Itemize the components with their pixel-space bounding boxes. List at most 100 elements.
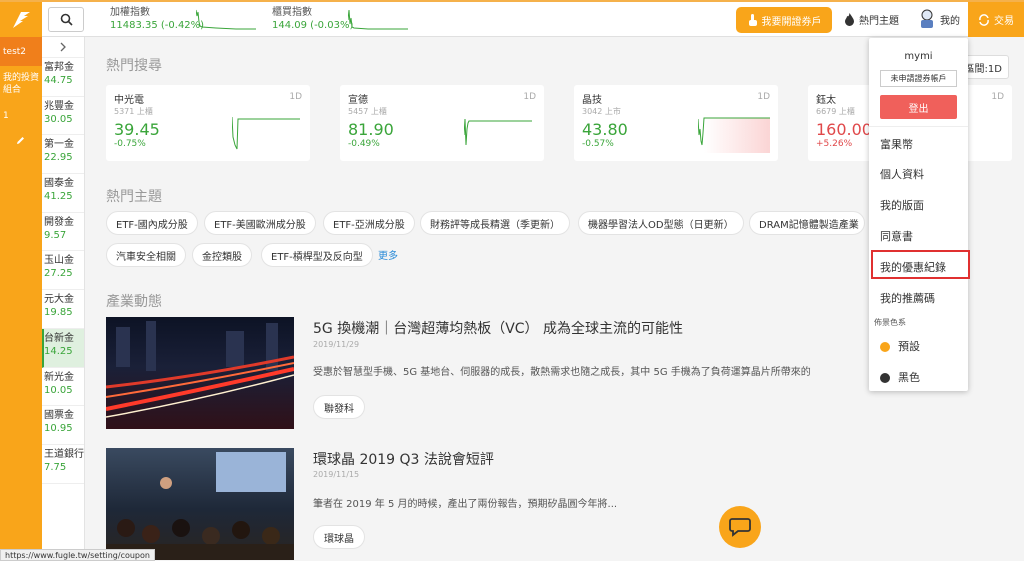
sidebar-item-test2[interactable]: test2 [0,37,42,66]
stock-price: 14.25 [44,345,73,357]
stock-price: 10.95 [44,423,73,435]
topic-chip[interactable]: ETF-國內成分股 [106,211,198,235]
article-description: 受惠於智慧型手機、5G 基地台、伺服器的成長，散熱需求也隨之成長，其中 5G 手… [313,367,811,378]
logout-button[interactable]: 登出 [880,95,957,119]
menu-item-profile[interactable]: 個人資料 [880,166,924,182]
card-stock-name: 中光電 [114,95,144,106]
menu-item-consent[interactable]: 同意書 [880,228,913,244]
otc-sparkline [348,9,408,30]
open-account-button[interactable]: 我要開證券戶 [736,7,832,33]
article-tag[interactable]: 聯發科 [313,395,365,419]
theme-dot-icon [880,373,890,383]
theme-name: 黑色 [898,371,920,384]
hot-topics-label: 熱門主題 [859,16,899,27]
topic-chip[interactable]: ETF-亞洲成分股 [323,211,415,235]
stock-price: 30.05 [44,113,73,125]
index-name: 櫃買指數 [272,7,312,18]
pencil-icon [17,137,24,144]
menu-item-referral-code[interactable]: 我的推薦碼 [880,290,935,306]
stock-row[interactable]: 台新金 14.25 [42,328,84,368]
index-value: 144.09 (-0.03%) [272,20,354,31]
theme-dot-icon [880,342,890,352]
trade-button[interactable]: 交易 [968,2,1024,37]
stock-card[interactable]: 晶技 3042 上市 43.80 -0.57% 1D [574,85,778,161]
hot-topics-title: 熱門主題 [106,189,162,205]
industry-title: 產業動態 [106,294,162,310]
my-menu-button[interactable]: 我的 [918,9,960,29]
logo-icon[interactable] [0,2,42,37]
stock-row[interactable]: 新光金 10.05 [42,368,84,407]
sidebar-item-label: 1 [3,111,9,121]
search-icon [60,13,73,26]
stock-row[interactable]: 王道銀行 7.75 [42,445,84,484]
divider [869,126,968,127]
stock-card[interactable]: 中光電 5371 上櫃 39.45 -0.75% 1D [106,85,310,161]
article-tag[interactable]: 環球晶 [313,525,365,549]
account-status-button[interactable]: 未申請證券帳戶 [880,70,957,87]
sidebar-item-1[interactable]: 1 [0,99,42,124]
stock-row[interactable]: 第一金 22.95 [42,135,84,175]
index-otc[interactable]: 櫃買指數 144.09 (-0.03%) [272,6,353,32]
menu-item-fugle-coin[interactable]: 富果幣 [880,136,913,152]
card-stock-name: 宣德 [348,95,368,106]
sidebar-item-my-portfolio[interactable]: 我的投資組合 [0,66,42,99]
index-name: 加權指數 [110,7,150,18]
stock-name: 元大金 [44,294,74,306]
stock-name: 第一金 [44,139,74,151]
chat-button[interactable] [719,506,761,548]
exchange-icon [979,13,989,26]
hot-topics-link[interactable]: 熱門主題 [844,12,899,27]
chevron-right-icon [60,42,66,52]
stock-price: 7.75 [44,461,67,473]
topic-chip[interactable]: ETF-美國歐洲成分股 [204,211,316,235]
stock-price: 27.25 [44,268,73,280]
stock-row[interactable]: 玉山金 27.25 [42,251,84,291]
topic-chip[interactable]: ETF-槓桿型及反向型 [261,243,373,267]
article-image[interactable] [106,448,294,560]
stock-name: 玉山金 [44,255,74,267]
avatar-icon [921,9,933,28]
edit-portfolio-button[interactable] [0,124,42,148]
card-period: 1D [523,92,536,102]
article-description: 筆者在 2019 年 5 月的時候，產出了兩份報告，預期矽晶圓今年將... [313,499,618,510]
article-date: 2019/11/29 [313,340,360,349]
stock-list: 富邦金 44.75 兆豐金 30.05 第一金 22.95 國泰金 41.25 開發金 9… [42,37,85,561]
article-title[interactable]: 環球晶 2019 Q3 法說會短評 [313,449,494,469]
stock-name: 富邦金 [44,62,74,73]
topic-chip[interactable]: 財務評等成長精選（季更新） [420,211,570,235]
menu-item-coupon-history[interactable]: 我的優惠紀錄 [880,259,946,275]
index-taiex[interactable]: 加權指數 11483.35 (-0.42%) [110,6,204,32]
stock-card[interactable]: 宣德 5457 上櫃 81.90 -0.49% 1D [340,85,544,161]
card-stock-name: 晶技 [582,95,602,106]
article-date: 2019/11/15 [313,470,360,479]
search-button[interactable] [48,7,84,32]
trade-label: 交易 [994,16,1014,27]
topic-chip[interactable]: DRAM記憶體製造產業 [749,211,865,235]
user-dropdown-menu: mymi 未申請證券帳戶 登出 富果幣 個人資料 我的版面 同意書 我的優惠紀錄… [869,38,970,391]
theme-option-black[interactable]: 黑色 [880,369,920,385]
topic-chip[interactable]: 汽車安全相關 [106,243,186,267]
stock-row[interactable]: 國泰金 41.25 [42,174,84,213]
stock-row[interactable]: 開發金 9.57 [42,213,84,252]
article-title[interactable]: 5G 換機潮｜台灣超薄均熱板（VC） 成為全球主流的可能性 [313,318,683,338]
more-topics-link[interactable]: 更多 [378,247,398,262]
index-value: 11483.35 (-0.42%) [110,20,205,31]
stock-row[interactable]: 富邦金 44.75 [42,58,84,97]
collapse-button[interactable] [42,37,84,58]
stock-row[interactable]: 兆豐金 30.05 [42,97,84,136]
stock-row[interactable]: 國票金 10.95 [42,406,84,445]
stock-name: 新光金 [44,371,74,383]
stock-price: 22.95 [44,152,73,164]
article-image[interactable] [105,317,295,429]
topic-chip[interactable]: 金控類股 [192,243,252,267]
stock-price: 44.75 [44,75,73,86]
theme-option-default[interactable]: 預設 [880,338,920,354]
hand-icon [748,14,757,26]
stock-price: 19.85 [44,307,73,319]
menu-item-my-layout[interactable]: 我的版面 [880,197,924,213]
stock-name: 王道銀行 [44,448,84,460]
sidebar-item-label: test2 [3,47,27,57]
stock-price: 9.57 [44,229,67,241]
stock-row[interactable]: 元大金 19.85 [42,290,84,329]
topic-chip[interactable]: 機器學習法人OD型態（日更新） [578,211,744,235]
